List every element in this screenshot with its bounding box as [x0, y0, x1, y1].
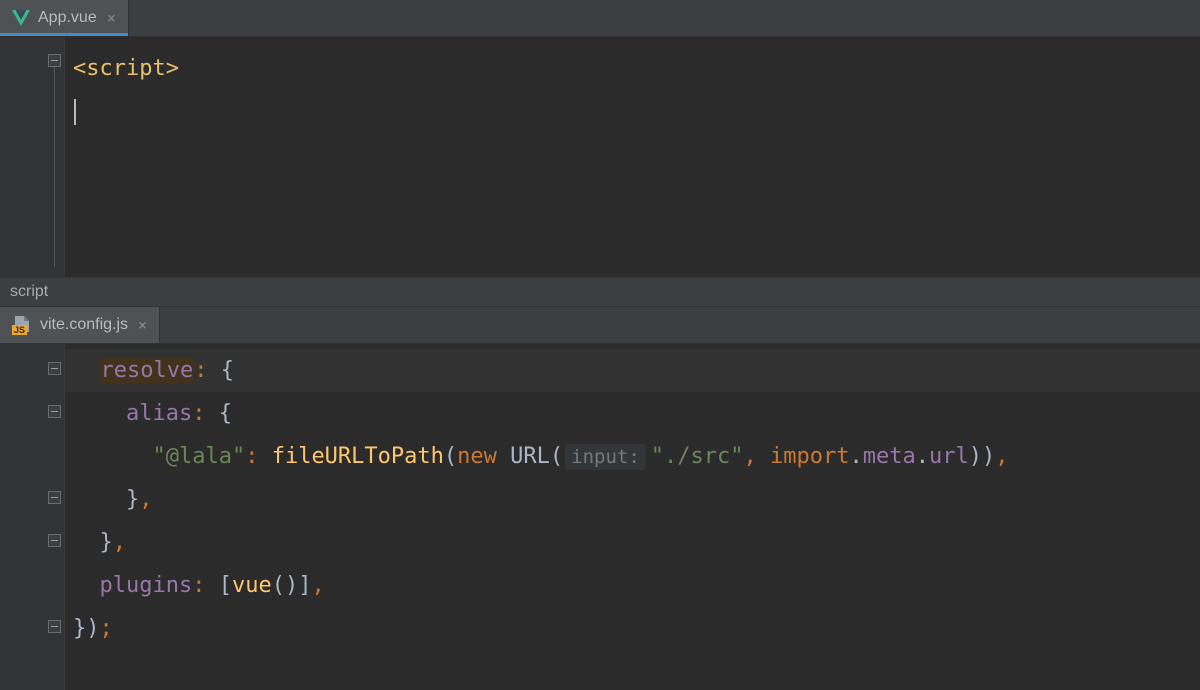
close-icon[interactable]: ×: [105, 9, 118, 27]
tab-label: vite.config.js: [40, 316, 128, 334]
code-line[interactable]: "@lala": fileURLToPath(new URL(input:"./…: [65, 435, 1200, 478]
parameter-hint: input:: [565, 444, 646, 470]
fold-handle[interactable]: [48, 620, 61, 633]
gutter-bottom[interactable]: [0, 344, 65, 690]
fold-handle[interactable]: [48, 362, 61, 375]
fold-handle[interactable]: [48, 405, 61, 418]
tab-app-vue[interactable]: App.vue ×: [0, 0, 129, 36]
fold-handle[interactable]: [48, 54, 61, 67]
code-area-bottom[interactable]: resolve: { alias: { "@lala": fileURLToPa…: [65, 344, 1200, 690]
code-line-cursor[interactable]: [65, 90, 1200, 133]
bottom-tab-bar: JS vite.config.js ×: [0, 307, 1200, 344]
code-line[interactable]: resolve: {: [65, 349, 1200, 392]
code-line[interactable]: },: [65, 521, 1200, 564]
breadcrumb-item[interactable]: script: [10, 283, 48, 301]
text-cursor: [74, 99, 76, 125]
vue-icon: [12, 10, 30, 26]
code-area-top[interactable]: <script>: [65, 37, 1200, 277]
top-tab-bar: App.vue ×: [0, 0, 1200, 37]
code-line[interactable]: alias: {: [65, 392, 1200, 435]
code-line[interactable]: <script>: [65, 47, 1200, 90]
fold-line: [54, 67, 55, 267]
close-icon[interactable]: ×: [136, 316, 149, 334]
gutter-top[interactable]: [0, 37, 65, 277]
tab-label: App.vue: [38, 9, 97, 27]
js-file-icon: JS: [12, 316, 32, 334]
fold-handle[interactable]: [48, 534, 61, 547]
editor-pane-top: <script>: [0, 37, 1200, 277]
editor-pane-bottom: resolve: { alias: { "@lala": fileURLToPa…: [0, 344, 1200, 690]
code-line[interactable]: },: [65, 478, 1200, 521]
fold-handle[interactable]: [48, 491, 61, 504]
code-line[interactable]: });: [65, 607, 1200, 650]
tab-vite-config[interactable]: JS vite.config.js ×: [0, 307, 160, 343]
code-line[interactable]: plugins: [vue()],: [65, 564, 1200, 607]
breadcrumb[interactable]: script: [0, 277, 1200, 307]
